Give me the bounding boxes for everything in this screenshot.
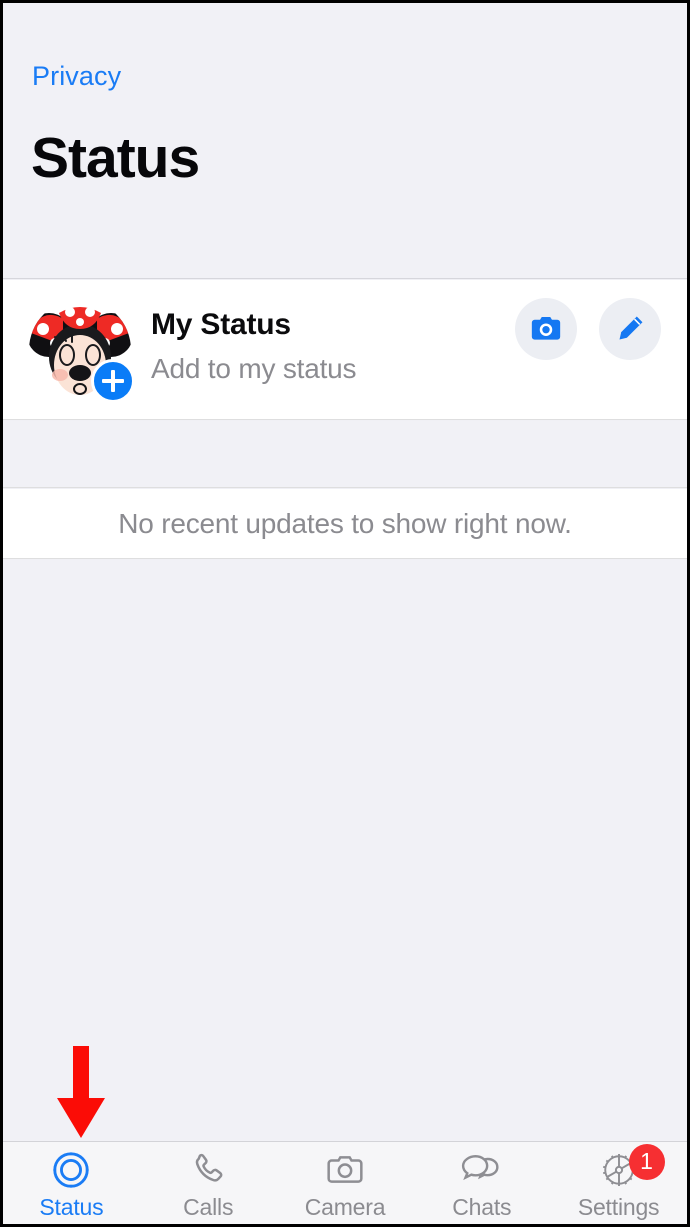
chat-bubbles-icon bbox=[461, 1148, 503, 1192]
pencil-icon bbox=[619, 316, 643, 340]
tab-calls[interactable]: Calls bbox=[140, 1142, 277, 1224]
gear-icon: 1 bbox=[597, 1143, 665, 1192]
edit-status-button[interactable] bbox=[599, 298, 661, 360]
settings-badge: 1 bbox=[628, 1143, 665, 1180]
annotation-arrow-icon bbox=[57, 1046, 105, 1138]
empty-updates-card: No recent updates to show right now. bbox=[3, 489, 687, 559]
camera-icon bbox=[531, 316, 561, 340]
tab-label-settings: Settings bbox=[577, 1193, 660, 1220]
add-status-badge[interactable] bbox=[91, 359, 135, 403]
tab-camera[interactable]: Camera bbox=[277, 1142, 414, 1224]
back-link-privacy[interactable]: Privacy bbox=[32, 61, 121, 92]
avatar[interactable] bbox=[29, 299, 135, 403]
my-status-subtitle: Add to my status bbox=[151, 353, 357, 384]
section-gap bbox=[3, 421, 687, 488]
phone-icon bbox=[188, 1148, 228, 1192]
my-status-row[interactable]: My Status Add to my status bbox=[3, 280, 687, 420]
camera-icon bbox=[325, 1148, 365, 1192]
phone-screen: Privacy Status My Status Add to my statu… bbox=[0, 0, 690, 1227]
page-title: Status bbox=[31, 126, 200, 190]
tab-settings[interactable]: 1 Settings bbox=[550, 1142, 687, 1224]
tab-label-camera: Camera bbox=[304, 1193, 386, 1220]
camera-button[interactable] bbox=[515, 298, 577, 360]
status-rings-icon bbox=[50, 1148, 92, 1192]
tab-label-status: Status bbox=[39, 1193, 104, 1220]
tab-status[interactable]: Status bbox=[3, 1142, 140, 1224]
empty-updates-message: No recent updates to show right now. bbox=[118, 507, 572, 539]
tab-label-calls: Calls bbox=[183, 1193, 234, 1220]
my-status-title: My Status bbox=[151, 308, 291, 341]
page-header: Privacy Status bbox=[3, 3, 687, 279]
tab-label-chats: Chats bbox=[452, 1193, 512, 1220]
bottom-tab-bar: Status Calls Camera Chats 1 Settings bbox=[3, 1141, 687, 1224]
my-status-texts: My Status Add to my status bbox=[151, 308, 357, 385]
status-row-actions bbox=[515, 298, 661, 360]
tab-chats[interactable]: Chats bbox=[413, 1142, 550, 1224]
